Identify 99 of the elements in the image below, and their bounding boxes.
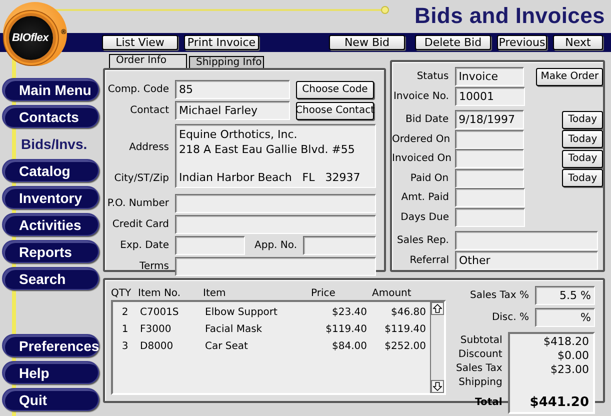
field-label: Credit Card: [111, 219, 169, 230]
input-field[interactable]: 85: [175, 80, 290, 99]
field-label: Terms: [138, 261, 169, 272]
nav-item[interactable]: Bids/Invs.: [2, 132, 99, 155]
today-button[interactable]: Today: [562, 110, 603, 129]
input-field[interactable]: [455, 149, 524, 168]
table-cell-text: D8000: [140, 341, 174, 352]
total-value: $441.20: [530, 394, 589, 412]
column-header: Item No.: [138, 288, 182, 298]
toolbar-button[interactable]: New Bid: [329, 35, 405, 50]
table-cell-text: $46.80: [390, 307, 426, 318]
field-label: Invoice No.: [392, 90, 449, 102]
today-button[interactable]: Today: [562, 150, 603, 168]
field-label: Comp. Code: [106, 84, 169, 95]
input-field[interactable]: Michael Farley: [175, 101, 290, 120]
column-header: Item: [203, 288, 227, 298]
field-label: P.O. Number: [106, 198, 169, 209]
input-field[interactable]: [175, 257, 376, 276]
table-cell-text: 3: [120, 341, 130, 352]
table-cell-text: 2: [120, 307, 130, 318]
nav-item[interactable]: Reports: [2, 240, 99, 263]
input-field[interactable]: [454, 168, 524, 188]
column-header: Price: [311, 288, 336, 298]
arrow-up-icon[interactable]: [433, 304, 442, 313]
toolbar-button[interactable]: Next: [553, 35, 603, 50]
toolbar-button[interactable]: Previous: [497, 35, 547, 50]
toolbar-button[interactable]: List View: [102, 35, 178, 50]
nav-item[interactable]: Preferences: [2, 334, 99, 357]
scrollbar[interactable]: [430, 302, 444, 393]
total-label: Shipping: [458, 376, 502, 390]
field-label: Sales Tax %: [470, 290, 529, 301]
column-header: QTY: [111, 288, 132, 298]
input-field[interactable]: [175, 194, 376, 213]
input-field[interactable]: [175, 215, 376, 234]
field-label: Address: [129, 142, 169, 153]
input-field[interactable]: Invoice: [454, 67, 524, 86]
input-field[interactable]: 5.5 %: [535, 286, 595, 305]
logo-text: BIOflex: [12, 32, 48, 44]
field-label: Paid On: [409, 172, 449, 184]
arrow-down-icon[interactable]: [433, 382, 442, 391]
field-label: Ordered On: [392, 134, 449, 145]
table-cell-text: F3000: [140, 324, 172, 335]
nav-item[interactable]: Inventory: [2, 186, 99, 209]
input-field[interactable]: 9/18/1997: [454, 110, 524, 130]
total-label: Sales Tax: [456, 362, 502, 376]
tab[interactable]: Order Info: [109, 54, 187, 68]
table-cell-text: C7001S: [140, 307, 180, 318]
field-label: Sales Rep.: [396, 235, 449, 246]
nav-item[interactable]: Main Menu: [2, 78, 99, 101]
field-label: Exp. Date: [119, 240, 169, 251]
input-field[interactable]: [175, 236, 245, 255]
table-cell-text: 1: [120, 324, 130, 335]
table-cell-text: Elbow Support: [205, 307, 278, 318]
field-label: Contact: [129, 105, 169, 116]
field-label: Disc. %: [492, 312, 529, 323]
table-cell-text: Facial Mask: [205, 324, 264, 335]
table-cell-text: $23.40: [331, 307, 367, 318]
field-label: Referral: [408, 254, 449, 266]
nav-item[interactable]: Help: [2, 361, 99, 384]
table-cell-text: $252.00: [384, 341, 426, 352]
nav-item[interactable]: Activities: [2, 213, 99, 236]
total-value: $0.00: [558, 349, 589, 363]
choose-button[interactable]: Choose Code: [296, 80, 374, 98]
column-header: Amount: [372, 288, 412, 298]
input-field[interactable]: [303, 236, 376, 255]
field-label: City/ST/Zip: [114, 173, 169, 184]
table-cell-text: $119.40: [324, 324, 367, 335]
field-label: Bid Date: [404, 114, 449, 126]
input-field[interactable]: %: [535, 308, 595, 327]
field-label: App. No.: [254, 240, 297, 251]
table-cell-text: Car Seat: [205, 341, 249, 352]
today-button[interactable]: Today: [562, 169, 603, 188]
total-label: Discount: [458, 348, 502, 362]
input-field[interactable]: [455, 231, 598, 250]
address-field[interactable]: Equine Orthotics, Inc. 218 A East Eau Gallie Blvd. #55 Indian Harbor Beach FL 32937: [175, 124, 376, 188]
field-label: Days Due: [400, 212, 449, 223]
nav-item[interactable]: Search: [2, 267, 99, 290]
tab[interactable]: Shipping Info: [189, 56, 264, 68]
field-label: Amt. Paid: [400, 192, 449, 204]
input-field[interactable]: Other: [455, 250, 598, 270]
input-field[interactable]: [455, 208, 525, 227]
toolbar-button[interactable]: Print Invoice: [184, 35, 259, 50]
today-button[interactable]: Today: [562, 130, 603, 148]
field-label: Invoiced On: [392, 153, 449, 164]
total-value: $23.00: [550, 363, 589, 377]
table-cell-text: $119.40: [384, 324, 426, 335]
input-field[interactable]: [455, 188, 525, 208]
nav-item[interactable]: Catalog: [2, 159, 99, 182]
make-order-button[interactable]: Make Order: [536, 68, 603, 86]
nav-item[interactable]: Contacts: [2, 105, 99, 128]
table-cell-text: $84.00: [331, 341, 367, 352]
input-field[interactable]: [455, 130, 524, 149]
total-label: Subtotal: [460, 334, 502, 348]
total-value: $418.20: [544, 335, 589, 349]
field-label: Status: [416, 71, 449, 82]
window-title: Bids and Invoices: [414, 3, 605, 29]
nav-item[interactable]: Quit: [2, 388, 99, 411]
toolbar-button[interactable]: Delete Bid: [415, 35, 491, 50]
input-field[interactable]: 10001: [455, 86, 525, 106]
